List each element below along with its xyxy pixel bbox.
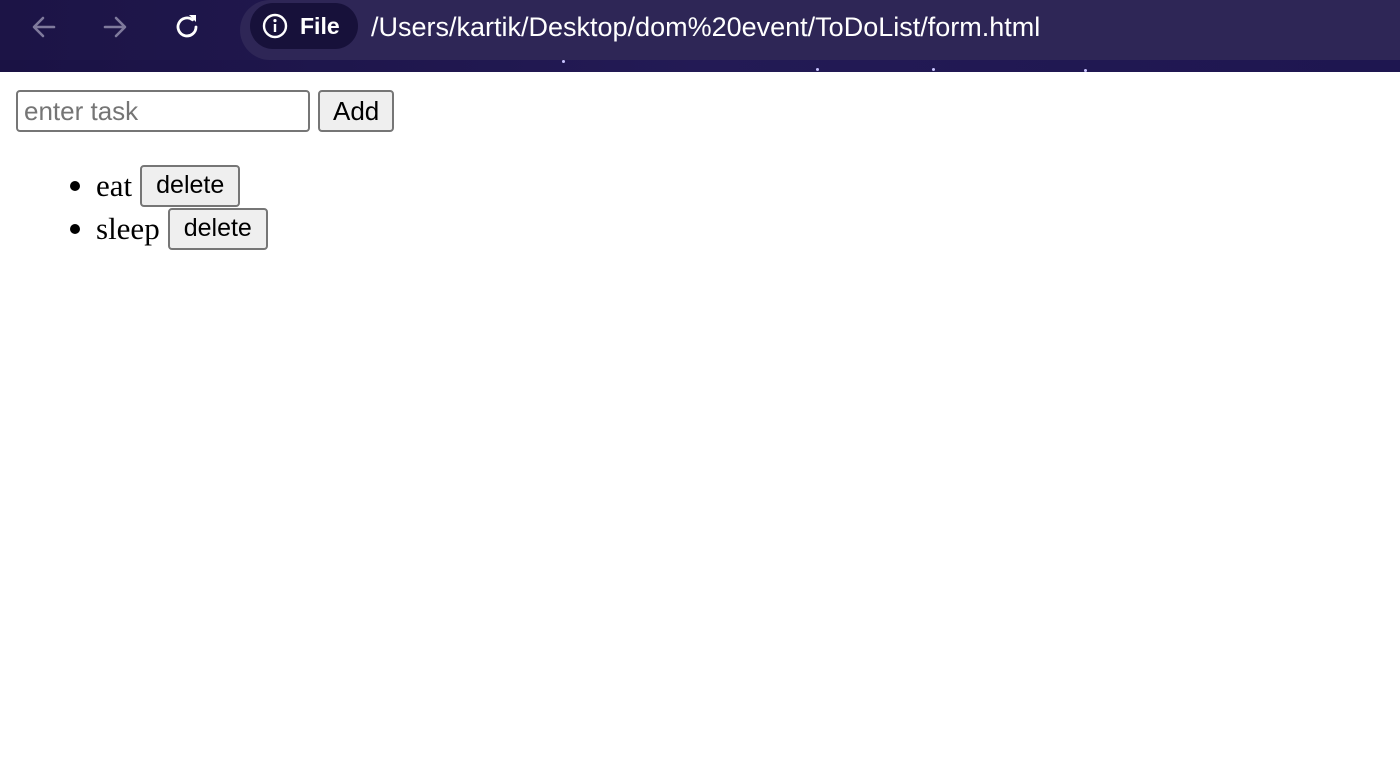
task-text: eat xyxy=(96,167,133,203)
reload-button[interactable] xyxy=(168,8,206,46)
task-form: Add xyxy=(16,90,395,132)
arrow-right-icon xyxy=(103,16,127,38)
back-button[interactable] xyxy=(25,8,63,46)
task-text: sleep xyxy=(96,210,160,246)
toolbar-theme-strip xyxy=(0,60,1400,72)
bullet-icon xyxy=(70,223,80,234)
delete-button[interactable]: delete xyxy=(167,207,268,250)
bullet-icon xyxy=(70,180,80,191)
reload-icon xyxy=(176,15,198,38)
delete-button[interactable]: delete xyxy=(140,164,241,207)
url-text[interactable]: /Users/kartik/Desktop/dom%20event/ToDoLi… xyxy=(371,10,1040,44)
scheme-label: File xyxy=(300,12,340,39)
list-item: sleep delete xyxy=(56,207,268,250)
site-info-chip[interactable]: File xyxy=(250,3,358,49)
browser-toolbar: File /Users/kartik/Desktop/dom%20event/T… xyxy=(0,0,1400,72)
info-icon xyxy=(262,13,288,39)
task-list: eat delete sleep delete xyxy=(56,164,268,250)
forward-button[interactable] xyxy=(96,8,134,46)
add-button[interactable]: Add xyxy=(318,90,395,132)
task-input[interactable] xyxy=(16,90,310,132)
arrow-left-icon xyxy=(32,16,56,38)
list-item: eat delete xyxy=(56,164,268,207)
